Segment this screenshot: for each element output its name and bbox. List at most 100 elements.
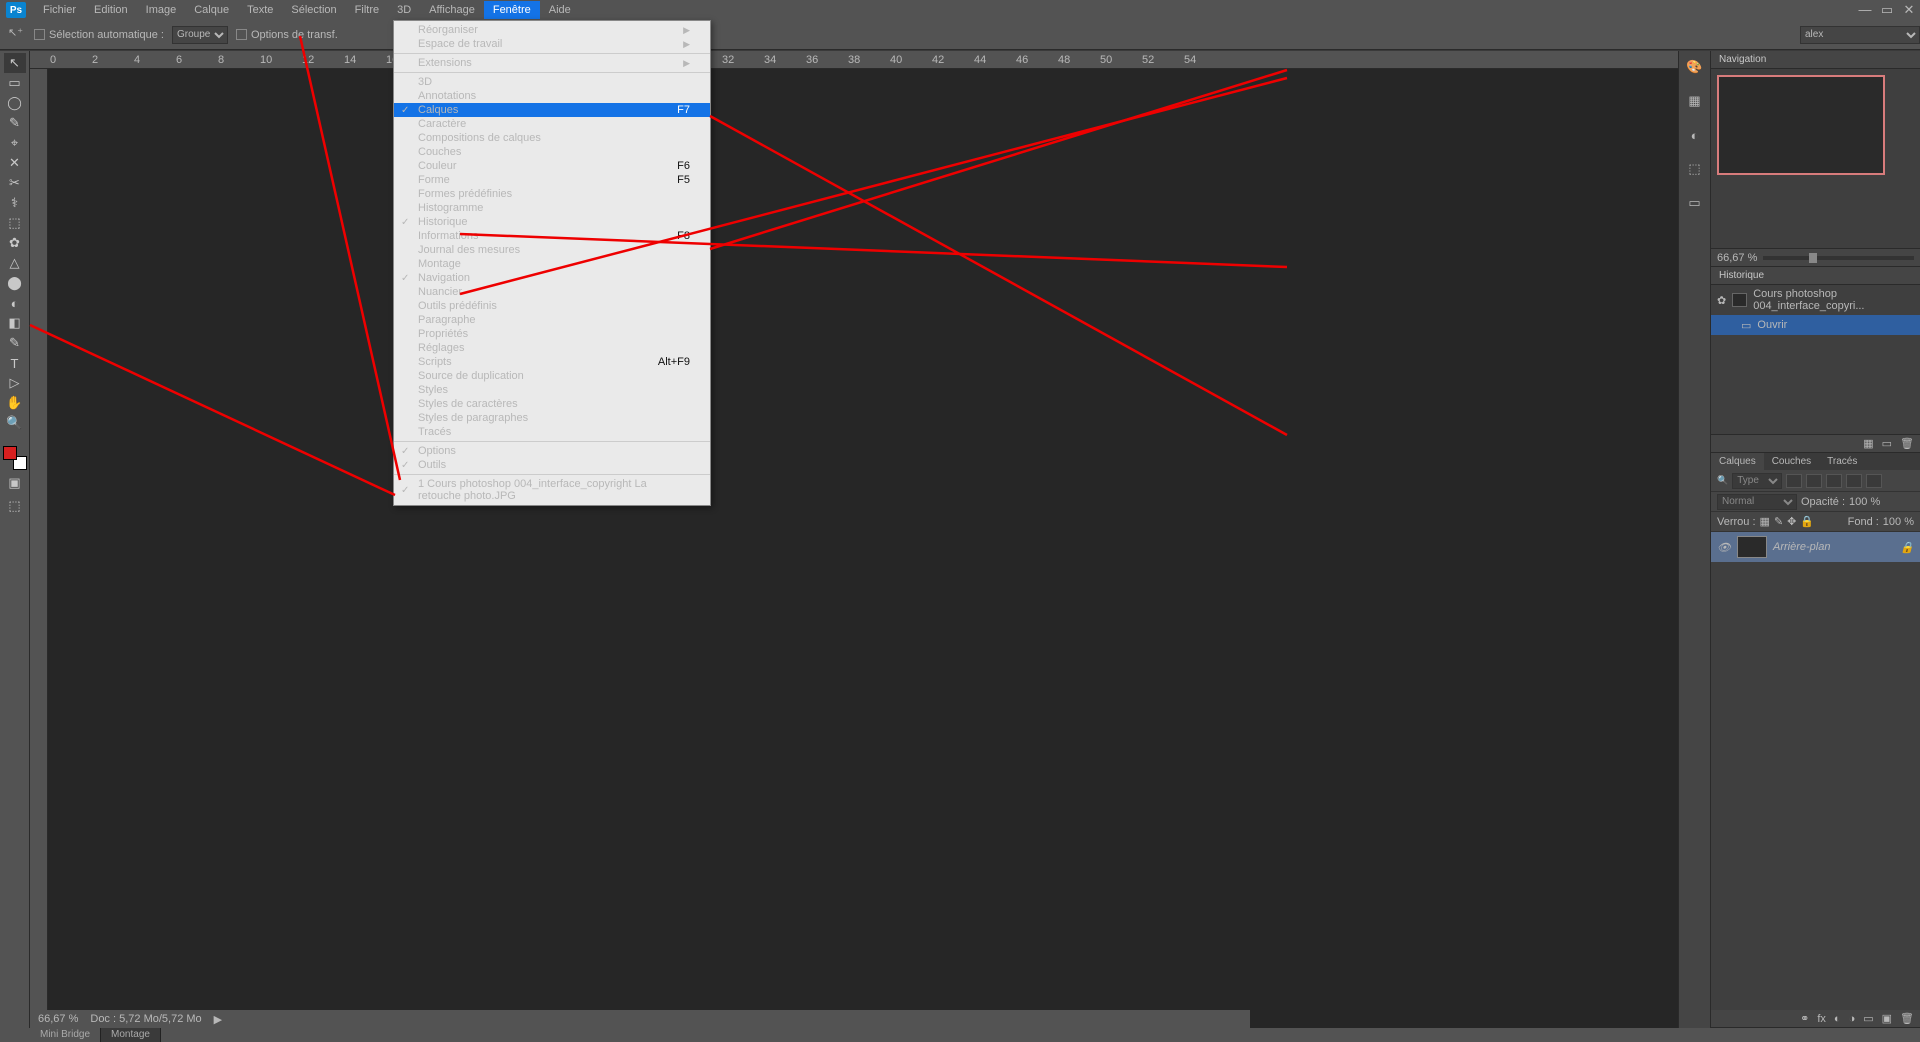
auto-select-label[interactable]: Sélection automatique : (34, 29, 164, 41)
zoom-status[interactable]: 66,67 % (38, 1013, 78, 1025)
tool-3[interactable]: ✎ (4, 113, 26, 133)
lock-all-icon[interactable]: 🔒 (1800, 515, 1814, 528)
window-maximize[interactable]: ▭ (1876, 0, 1898, 20)
zoom-slider[interactable] (1763, 256, 1914, 260)
menu-item-outils-pr-d-finis[interactable]: Outils prédéfinis (394, 299, 710, 313)
layer-name[interactable]: Arrière-plan (1773, 541, 1830, 553)
visibility-icon[interactable]: 👁 (1717, 541, 1731, 554)
menu-texte[interactable]: Texte (238, 1, 282, 19)
tool-11[interactable]: ⬤ (4, 273, 26, 293)
adjustment-icon[interactable]: ◑ (1849, 1013, 1856, 1025)
quickmask-icon[interactable]: ▣ (4, 473, 26, 493)
menu-item-formes-pr-d-finies[interactable]: Formes prédéfinies (394, 187, 710, 201)
filter-pixel-icon[interactable] (1786, 474, 1802, 488)
menu-item-forme[interactable]: FormeF5 (394, 173, 710, 187)
delete-state-icon[interactable]: 🗑 (1900, 437, 1914, 450)
tool-12[interactable]: ◐ (4, 293, 26, 313)
foreground-color[interactable] (3, 446, 17, 460)
link-icon[interactable]: ⚭ (1800, 1012, 1809, 1025)
tool-4[interactable]: ⌖ (4, 133, 26, 153)
tool-15[interactable]: T (4, 353, 26, 373)
new-state-icon[interactable]: ▭ (1882, 437, 1892, 450)
filter-type[interactable]: Type (1732, 473, 1782, 489)
menu-item-compositions-de-calques[interactable]: Compositions de calques (394, 131, 710, 145)
menu-item-outils[interactable]: ✓Outils (394, 458, 710, 472)
properties-panel-icon[interactable]: ▭ (1685, 193, 1705, 213)
adjustments-panel-icon[interactable]: ◐ (1685, 125, 1705, 145)
group-icon[interactable]: ▭ (1863, 1012, 1873, 1025)
menu-item-navigation[interactable]: ✓Navigation (394, 271, 710, 285)
menu-filtre[interactable]: Filtre (346, 1, 388, 19)
tool-5[interactable]: ✕ (4, 153, 26, 173)
paths-tab[interactable]: Tracés (1819, 453, 1865, 470)
menu-item-propri-t-s[interactable]: Propriétés (394, 327, 710, 341)
tool-6[interactable]: ✂ (4, 173, 26, 193)
menu-3d[interactable]: 3D (388, 1, 420, 19)
workspace-selector[interactable]: alex (1800, 26, 1920, 44)
styles-panel-icon[interactable]: ⬚ (1685, 159, 1705, 179)
lock-pos-icon[interactable]: ✥ (1787, 515, 1796, 528)
menu-aide[interactable]: Aide (540, 1, 580, 19)
menu-item-styles-de-paragraphes[interactable]: Styles de paragraphes (394, 411, 710, 425)
menu-fenêtre[interactable]: Fenêtre (484, 1, 540, 19)
tool-1[interactable]: ▭ (4, 73, 26, 93)
menu-affichage[interactable]: Affichage (420, 1, 484, 19)
auto-select-group[interactable]: Groupe (172, 26, 228, 44)
fx-icon[interactable]: fx (1817, 1013, 1826, 1025)
menu-item-paragraphe[interactable]: Paragraphe (394, 313, 710, 327)
menu-item-3d[interactable]: 3D (394, 75, 710, 89)
tool-2[interactable]: ◯ (4, 93, 26, 113)
menu-item-styles-de-caract-res[interactable]: Styles de caractères (394, 397, 710, 411)
menu-item-styles[interactable]: Styles (394, 383, 710, 397)
menu-item-scripts[interactable]: ScriptsAlt+F9 (394, 355, 710, 369)
tool-8[interactable]: ⬚ (4, 213, 26, 233)
navigator-thumbnail[interactable] (1717, 75, 1885, 175)
menu-item-histogramme[interactable]: Histogramme (394, 201, 710, 215)
status-arrow-icon[interactable]: ▶ (214, 1013, 222, 1026)
menu-calque[interactable]: Calque (185, 1, 238, 19)
menu-sélection[interactable]: Sélection (282, 1, 345, 19)
montage-tab[interactable]: Montage (101, 1028, 161, 1042)
lock-trans-icon[interactable]: ▦ (1760, 515, 1770, 528)
blend-mode[interactable]: Normal (1717, 494, 1797, 510)
color-swatches[interactable] (3, 446, 27, 470)
layer-row[interactable]: 👁 Arrière-plan 🔒 (1711, 532, 1920, 562)
menu-image[interactable]: Image (137, 1, 186, 19)
window-minimize[interactable]: — (1854, 0, 1876, 20)
fill-value[interactable]: 100 % (1883, 516, 1914, 528)
tool-9[interactable]: ✿ (4, 233, 26, 253)
channels-tab[interactable]: Couches (1764, 453, 1819, 470)
tool-7[interactable]: ⚕ (4, 193, 26, 213)
history-state[interactable]: ▭ Ouvrir (1711, 315, 1920, 335)
menu-item-historique[interactable]: ✓Historique (394, 215, 710, 229)
menu-item-annotations[interactable]: Annotations (394, 89, 710, 103)
tool-10[interactable]: △ (4, 253, 26, 273)
filter-smart-icon[interactable] (1866, 474, 1882, 488)
filter-text-icon[interactable] (1826, 474, 1842, 488)
new-snapshot-icon[interactable]: ▦ (1863, 437, 1873, 450)
menu-item-1-cours-photoshop-004-interface-copyright-la-retouche-photo-jpg[interactable]: ✓1 Cours photoshop 004_interface_copyrig… (394, 477, 710, 503)
window-close[interactable]: ✕ (1898, 0, 1920, 20)
color-panel-icon[interactable]: 🎨 (1685, 57, 1705, 77)
menu-item-calques[interactable]: ✓CalquesF7 (394, 103, 710, 117)
menu-item-source-de-duplication[interactable]: Source de duplication (394, 369, 710, 383)
menu-item-trac-s[interactable]: Tracés (394, 425, 710, 439)
tool-14[interactable]: ✎ (4, 333, 26, 353)
mini-bridge-tab[interactable]: Mini Bridge (30, 1028, 101, 1042)
tool-0[interactable]: ↖ (4, 53, 26, 73)
menu-item-options[interactable]: ✓Options (394, 444, 710, 458)
mask-icon[interactable]: ◐ (1834, 1013, 1841, 1025)
navigation-panel-tab[interactable]: Navigation (1711, 51, 1920, 69)
menu-edition[interactable]: Edition (85, 1, 137, 19)
menu-fichier[interactable]: Fichier (34, 1, 85, 19)
tool-18[interactable]: 🔍 (4, 413, 26, 433)
menu-item-journal-des-mesures[interactable]: Journal des mesures (394, 243, 710, 257)
doc-size-status[interactable]: Doc : 5,72 Mo/5,72 Mo (90, 1013, 201, 1025)
canvas[interactable] (48, 69, 1678, 1028)
history-panel-tab[interactable]: Historique (1711, 267, 1920, 285)
menu-item-r-glages[interactable]: Réglages (394, 341, 710, 355)
menu-item-informations[interactable]: InformationsF8 (394, 229, 710, 243)
menu-item-couleur[interactable]: CouleurF6 (394, 159, 710, 173)
menu-item-montage[interactable]: Montage (394, 257, 710, 271)
filter-shape-icon[interactable] (1846, 474, 1862, 488)
